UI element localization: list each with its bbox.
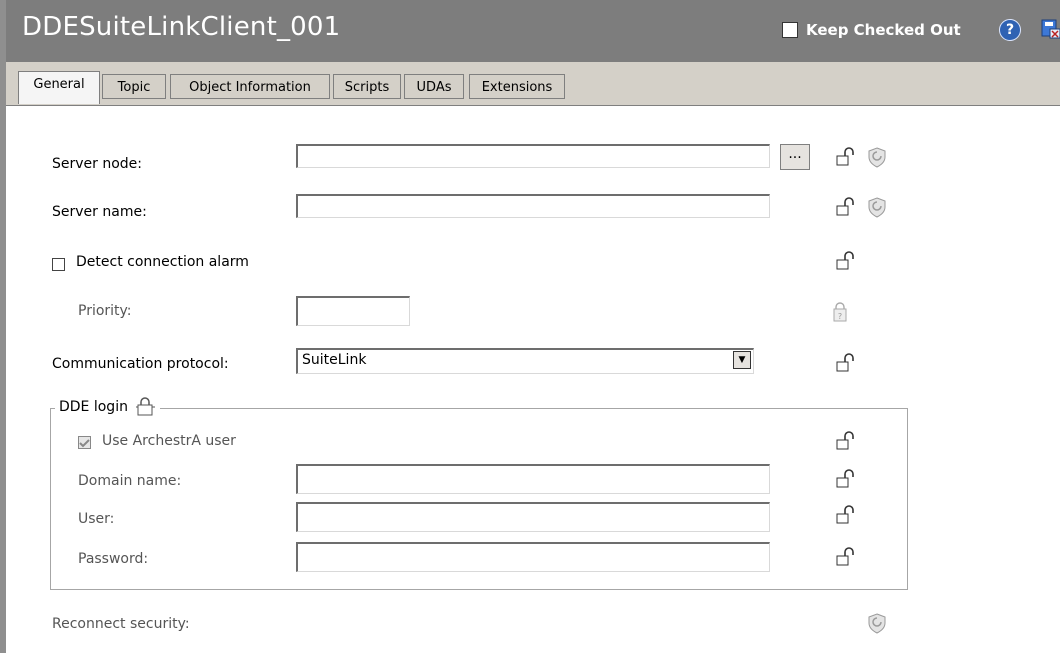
communication-protocol-label: Communication protocol: bbox=[52, 356, 229, 372]
general-tab-panel: Server node: ... Server name: Detect con… bbox=[6, 106, 1060, 653]
lock-icon[interactable] bbox=[834, 146, 856, 168]
checkmark-icon bbox=[79, 439, 90, 448]
user-input[interactable] bbox=[296, 502, 770, 532]
password-label: Password: bbox=[78, 551, 149, 567]
dde-login-label: DDE login bbox=[59, 399, 128, 415]
keep-checked-out-label: Keep Checked Out bbox=[806, 21, 961, 39]
lock-icon[interactable] bbox=[834, 250, 856, 272]
priority-input[interactable] bbox=[296, 296, 410, 326]
tab-general[interactable]: General bbox=[18, 71, 100, 104]
server-name-input[interactable] bbox=[296, 194, 770, 218]
detect-connection-alarm-checkbox[interactable] bbox=[52, 258, 65, 271]
tab-extensions[interactable]: Extensions bbox=[469, 74, 565, 99]
window-title: DDESuiteLinkClient_001 bbox=[22, 12, 341, 42]
communication-protocol-value: SuiteLink bbox=[302, 352, 367, 368]
lock-icon[interactable] bbox=[834, 430, 856, 452]
tab-udas[interactable]: UDAs bbox=[404, 74, 464, 99]
keep-checked-out-toggle[interactable]: Keep Checked Out bbox=[782, 20, 961, 40]
tab-scripts[interactable]: Scripts bbox=[333, 74, 401, 99]
tab-topic[interactable]: Topic bbox=[102, 74, 166, 99]
lock-icon[interactable] bbox=[834, 504, 856, 526]
detect-connection-alarm-label: Detect connection alarm bbox=[76, 254, 249, 270]
domain-name-label: Domain name: bbox=[78, 473, 182, 489]
security-shield-icon[interactable] bbox=[866, 196, 888, 218]
security-shield-icon[interactable] bbox=[866, 146, 888, 168]
tab-strip: General Topic Object Information Scripts… bbox=[6, 62, 1060, 106]
lock-question-icon: ? bbox=[833, 302, 847, 322]
tab-object-information[interactable]: Object Information bbox=[170, 74, 330, 99]
server-node-input[interactable] bbox=[296, 144, 770, 168]
lock-icon[interactable] bbox=[834, 196, 856, 218]
domain-name-input[interactable] bbox=[296, 464, 770, 494]
help-icon[interactable]: ? bbox=[999, 19, 1021, 41]
use-archestra-user-label: Use ArchestrA user bbox=[102, 433, 236, 449]
priority-label: Priority: bbox=[78, 303, 132, 319]
chevron-down-icon[interactable]: ▼ bbox=[733, 351, 751, 369]
svg-text:?: ? bbox=[838, 312, 842, 321]
communication-protocol-select[interactable]: SuiteLink ▼ bbox=[296, 348, 754, 374]
server-node-label: Server node: bbox=[52, 156, 143, 172]
reconnect-security-label: Reconnect security: bbox=[52, 616, 190, 632]
save-close-icon[interactable] bbox=[1040, 18, 1060, 40]
lock-icon[interactable] bbox=[834, 546, 856, 568]
group-lock-icon[interactable] bbox=[134, 397, 156, 417]
security-shield-icon[interactable] bbox=[866, 612, 888, 634]
title-bar: DDESuiteLinkClient_001 Keep Checked Out … bbox=[6, 0, 1060, 62]
server-name-label: Server name: bbox=[52, 204, 147, 220]
user-label: User: bbox=[78, 511, 115, 527]
lock-icon[interactable] bbox=[834, 352, 856, 374]
lock-icon[interactable] bbox=[834, 468, 856, 490]
use-archestra-user-checkbox[interactable] bbox=[78, 436, 91, 449]
dde-login-legend: DDE login bbox=[55, 397, 160, 417]
password-input[interactable] bbox=[296, 542, 770, 572]
browse-server-node-button[interactable]: ... bbox=[780, 144, 810, 170]
keep-checked-out-checkbox[interactable] bbox=[782, 22, 798, 38]
